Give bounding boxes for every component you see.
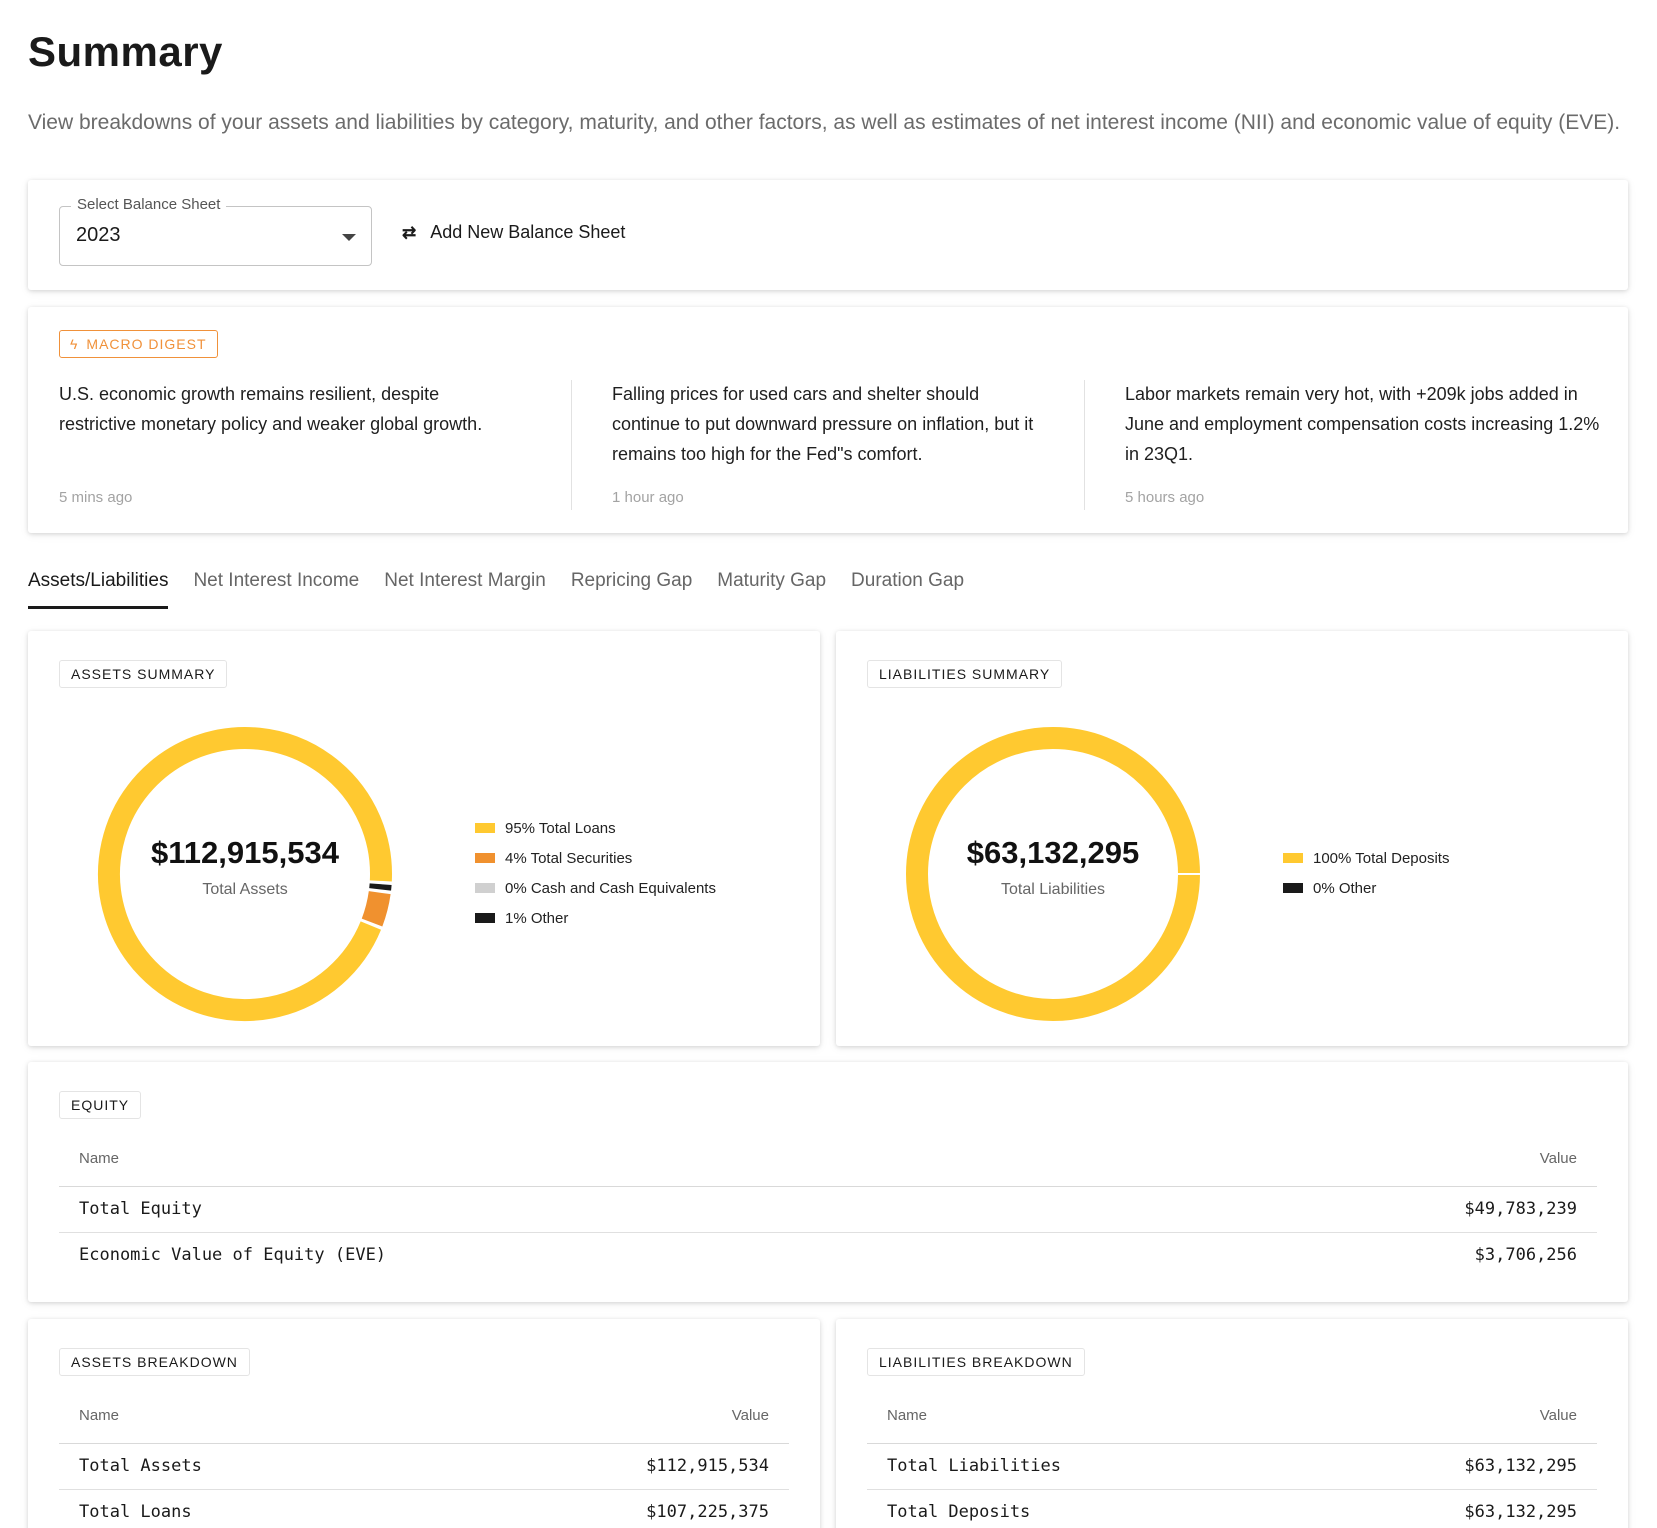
column-header-value: Value xyxy=(1539,1150,1577,1167)
table-row: Economic Value of Equity (EVE) $3,706,25… xyxy=(59,1233,1597,1279)
row-value: $3,706,256 xyxy=(1474,1245,1577,1265)
liabilities-donut-center: $63,132,295 Total Liabilities xyxy=(903,835,1203,899)
legend-swatch xyxy=(1283,853,1303,863)
row-value: $112,915,534 xyxy=(646,1456,769,1476)
tab-duration-gap[interactable]: Duration Gap xyxy=(851,570,964,609)
column-header-value: Value xyxy=(731,1407,769,1424)
assets-total-value: $112,915,534 xyxy=(151,835,339,870)
legend-label: 0% Cash and Cash Equivalents xyxy=(505,879,716,897)
liabilities-legend: 100% Total Deposits 0% Other xyxy=(1283,843,1449,903)
column-header-name: Name xyxy=(887,1407,928,1424)
legend-swatch xyxy=(475,823,495,833)
row-value: $107,225,375 xyxy=(646,1502,769,1522)
row-name: Total Liabilities xyxy=(887,1456,1061,1476)
row-name: Total Loans xyxy=(79,1502,192,1522)
digest-item: Labor markets remain very hot, with +209… xyxy=(1125,379,1605,469)
digest-time: 5 hours ago xyxy=(1125,489,1205,506)
legend-swatch xyxy=(475,853,495,863)
digest-text: Falling prices for used cars and shelter… xyxy=(612,384,1034,464)
assets-breakdown-title: ASSETS BREAKDOWN xyxy=(59,1348,250,1376)
digest-text: U.S. economic growth remains resilient, … xyxy=(59,384,483,434)
table-row: Total Liabilities $63,132,295 xyxy=(867,1444,1597,1490)
legend-item-securities: 4% Total Securities xyxy=(475,843,716,873)
column-header-value: Value xyxy=(1539,1407,1577,1424)
summary-tabs: Assets/Liabilities Net Interest Income N… xyxy=(28,570,964,609)
equity-card: EQUITY Name Value Total Equity $49,783,2… xyxy=(28,1062,1628,1302)
table-row: Total Deposits $63,132,295 xyxy=(867,1490,1597,1528)
table-header: Name Value xyxy=(867,1397,1597,1444)
legend-label: 0% Other xyxy=(1313,879,1377,897)
page-description: View breakdowns of your assets and liabi… xyxy=(28,111,1621,134)
row-name: Total Deposits xyxy=(887,1502,1031,1522)
row-value: $63,132,295 xyxy=(1464,1456,1577,1476)
macro-digest-badge: ϟ MACRO DIGEST xyxy=(59,330,218,358)
macro-digest-label: MACRO DIGEST xyxy=(86,336,207,352)
swap-icon: ⇄ xyxy=(402,223,417,242)
tab-net-interest-income[interactable]: Net Interest Income xyxy=(193,570,359,609)
assets-donut-center: $112,915,534 Total Assets xyxy=(95,835,395,899)
column-header-name: Name xyxy=(79,1407,120,1424)
assets-breakdown-table: Name Value Total Assets $112,915,534 Tot… xyxy=(59,1397,789,1528)
digest-time: 5 mins ago xyxy=(59,489,133,506)
add-balance-sheet-label: Add New Balance Sheet xyxy=(430,222,626,242)
assets-summary-card: ASSETS SUMMARY $112,915,534 Total Assets… xyxy=(28,631,820,1046)
legend-item-loans: 95% Total Loans xyxy=(475,813,716,843)
legend-label: 95% Total Loans xyxy=(505,819,616,837)
table-header: Name Value xyxy=(59,1397,789,1444)
macro-digest-card: ϟ MACRO DIGEST U.S. economic growth rema… xyxy=(28,307,1628,533)
assets-summary-title: ASSETS SUMMARY xyxy=(59,660,228,688)
select-label: Select Balance Sheet xyxy=(71,196,227,213)
page-title: Summary xyxy=(28,28,223,75)
table-row: Total Loans $107,225,375 xyxy=(59,1490,789,1528)
digest-divider xyxy=(1084,380,1085,510)
digest-text: Labor markets remain very hot, with +209… xyxy=(1125,384,1600,464)
row-name: Total Equity xyxy=(79,1199,202,1219)
bolt-icon: ϟ xyxy=(70,336,79,352)
digest-divider xyxy=(571,380,572,510)
select-value: 2023 xyxy=(76,224,121,246)
legend-label: 100% Total Deposits xyxy=(1313,849,1450,867)
tab-repricing-gap[interactable]: Repricing Gap xyxy=(571,570,692,609)
legend-item-other: 1% Other xyxy=(475,903,716,933)
balance-sheet-card: Select Balance Sheet 2023 ⇄ Add New Bala… xyxy=(28,180,1628,290)
legend-item-deposits: 100% Total Deposits xyxy=(1283,843,1449,873)
tab-assets-liabilities[interactable]: Assets/Liabilities xyxy=(28,570,169,609)
table-row: Total Assets $112,915,534 xyxy=(59,1444,789,1490)
liabilities-breakdown-table: Name Value Total Liabilities $63,132,295… xyxy=(867,1397,1597,1528)
assets-legend: 95% Total Loans 4% Total Securities 0% C… xyxy=(475,813,716,933)
row-name: Total Assets xyxy=(79,1456,202,1476)
liabilities-total-value: $63,132,295 xyxy=(966,835,1140,870)
liabilities-summary-card: LIABILITIES SUMMARY $63,132,295 Total Li… xyxy=(836,631,1628,1046)
table-row: Total Equity $49,783,239 xyxy=(59,1187,1597,1233)
table-header: Name Value xyxy=(59,1140,1597,1187)
tab-net-interest-margin[interactable]: Net Interest Margin xyxy=(384,570,546,609)
row-name: Economic Value of Equity (EVE) xyxy=(79,1245,387,1265)
legend-swatch xyxy=(475,913,495,923)
legend-item-other: 0% Other xyxy=(1283,873,1449,903)
tab-maturity-gap[interactable]: Maturity Gap xyxy=(717,570,826,609)
liabilities-breakdown-card: LIABILITIES BREAKDOWN Name Value Total L… xyxy=(836,1319,1628,1528)
add-balance-sheet-button[interactable]: ⇄ Add New Balance Sheet xyxy=(402,222,625,243)
legend-item-cash: 0% Cash and Cash Equivalents xyxy=(475,873,716,903)
row-value: $63,132,295 xyxy=(1464,1502,1577,1522)
assets-breakdown-card: ASSETS BREAKDOWN Name Value Total Assets… xyxy=(28,1319,820,1528)
balance-sheet-select[interactable]: Select Balance Sheet 2023 xyxy=(59,196,372,266)
legend-label: 1% Other xyxy=(505,909,569,927)
row-value: $49,783,239 xyxy=(1464,1199,1577,1219)
digest-item: Falling prices for used cars and shelter… xyxy=(612,379,1042,469)
legend-swatch xyxy=(1283,883,1303,893)
digest-item: U.S. economic growth remains resilient, … xyxy=(59,379,499,439)
digest-time: 1 hour ago xyxy=(612,489,684,506)
assets-total-label: Total Assets xyxy=(202,881,288,898)
legend-swatch xyxy=(475,883,495,893)
legend-label: 4% Total Securities xyxy=(505,849,633,867)
liabilities-summary-title: LIABILITIES SUMMARY xyxy=(867,660,1063,688)
liabilities-breakdown-title: LIABILITIES BREAKDOWN xyxy=(867,1348,1085,1376)
caret-down-icon xyxy=(342,234,356,241)
liabilities-total-label: Total Liabilities xyxy=(1000,881,1106,898)
equity-title: EQUITY xyxy=(59,1091,142,1119)
equity-table: Name Value Total Equity $49,783,239 Econ… xyxy=(59,1140,1597,1279)
column-header-name: Name xyxy=(79,1150,120,1167)
